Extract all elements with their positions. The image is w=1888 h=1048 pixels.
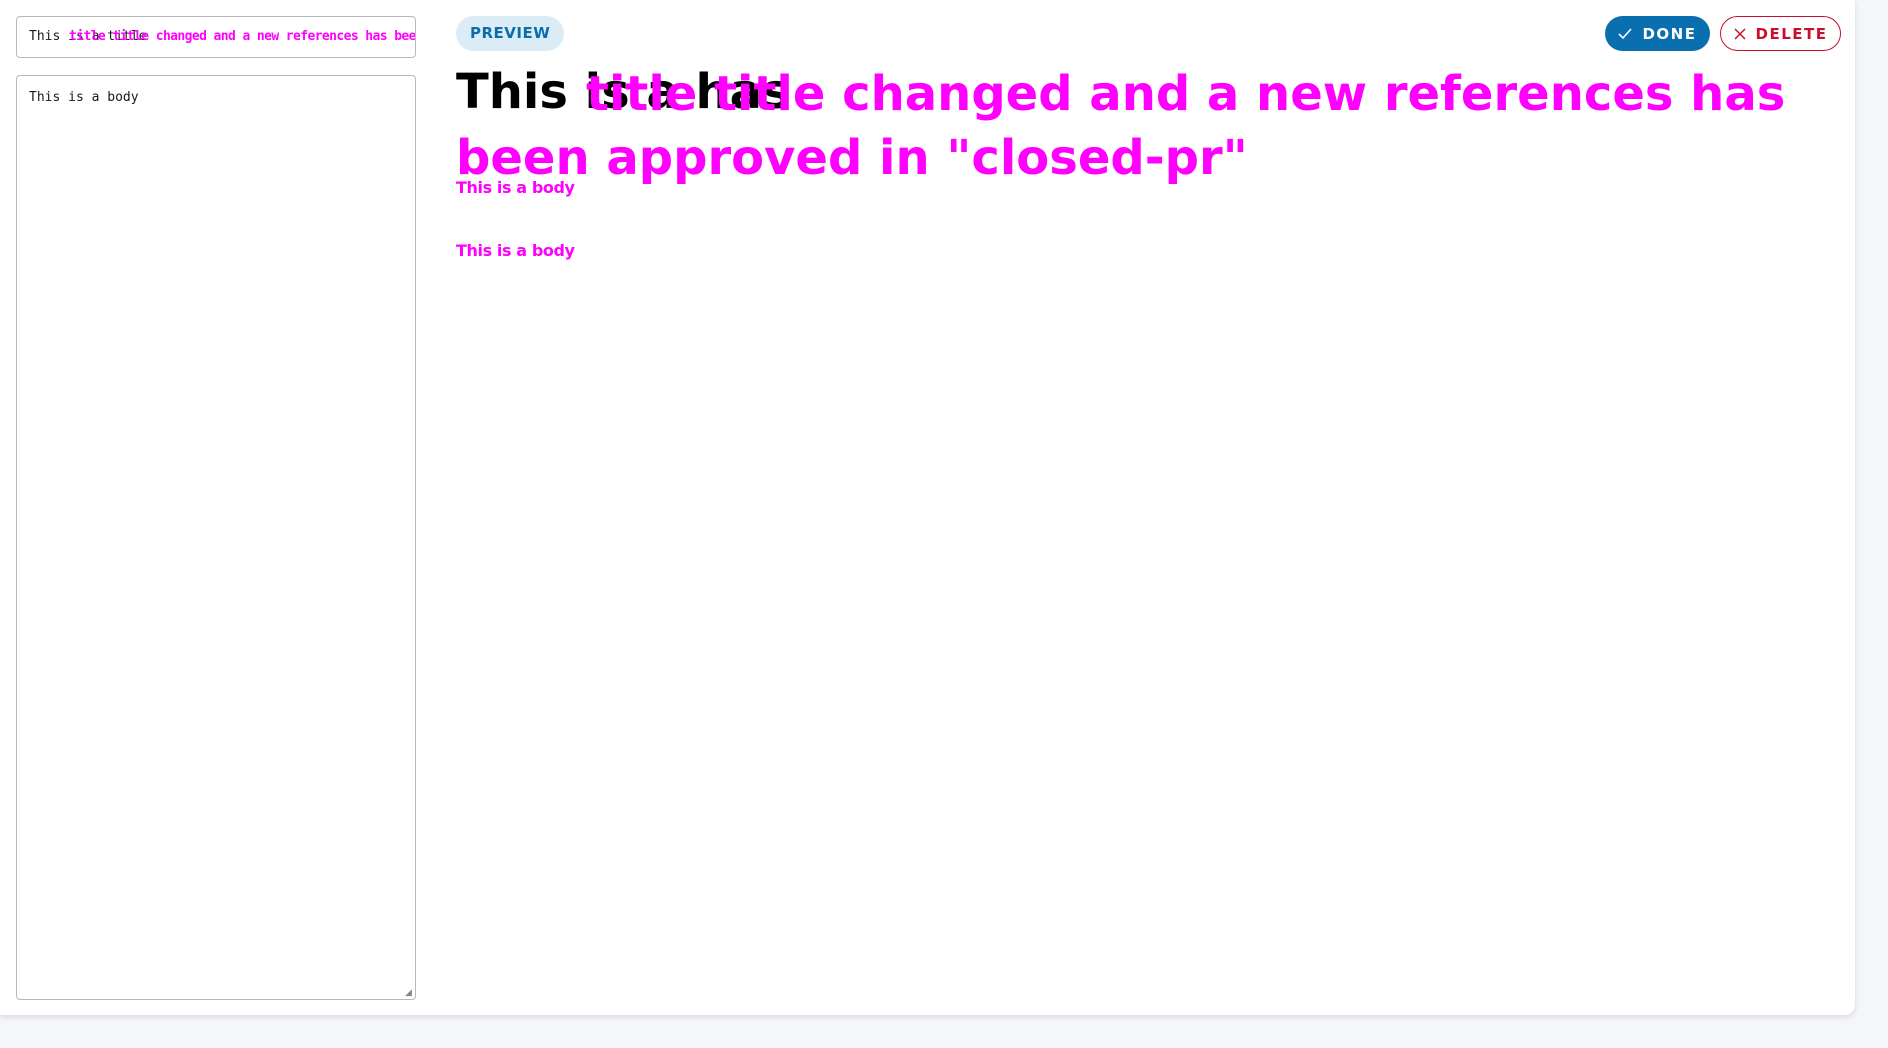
preview-title: This is a has title title changed and a … [456, 62, 1836, 192]
check-icon [1618, 27, 1633, 40]
title-input-overlay-text: title title changed and a new references… [69, 29, 416, 44]
preview-body-text-secondary: This is a body [456, 241, 575, 260]
preview-badge: PREVIEW [456, 16, 565, 51]
done-button-label: DONE [1642, 24, 1697, 43]
preview-title-overlay: title title changed and a new references… [456, 66, 1786, 186]
resize-grip-icon[interactable]: ◢ [405, 989, 413, 998]
delete-button-label: DELETE [1755, 24, 1828, 43]
body-textarea[interactable]: This is a body ◢ [16, 75, 416, 1000]
body-textarea-value: This is a body [29, 90, 139, 105]
editor-card: This is a title title title changed and … [0, 0, 1855, 1015]
done-button[interactable]: DONE [1605, 16, 1710, 51]
preview-body-text: This is a body [456, 178, 575, 197]
delete-button[interactable]: DELETE [1720, 16, 1841, 51]
close-icon [1733, 27, 1746, 40]
title-input[interactable]: This is a title title title changed and … [16, 16, 416, 58]
